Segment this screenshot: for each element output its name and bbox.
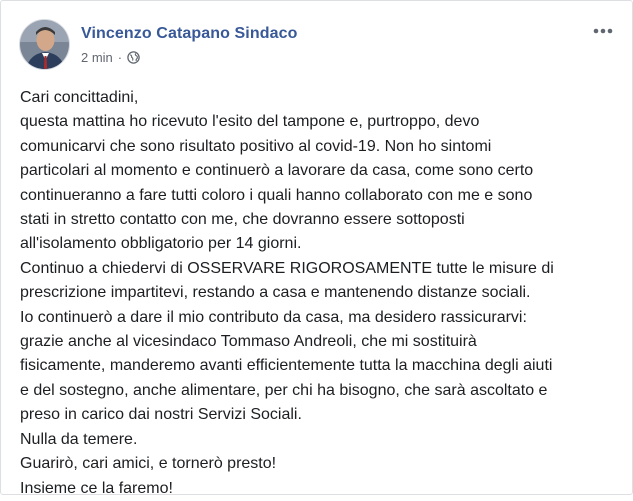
post-line: fisicamente, manderemo avanti efficiente… — [20, 357, 553, 375]
more-options-icon[interactable] — [590, 21, 616, 41]
post-timestamp[interactable]: 2 min — [81, 50, 113, 65]
post-line: Insieme ce la faremo! — [20, 479, 173, 497]
post-text: Cari concittadini, questa mattina ho ric… — [20, 86, 620, 501]
author-name[interactable]: Vincenzo Catapano Sindaco — [81, 25, 297, 43]
post-header: Vincenzo Catapano Sindaco 2 min · — [19, 19, 620, 73]
post-line: Cari concittadini, — [20, 89, 139, 106]
meta-separator: · — [117, 50, 123, 65]
post-line: continueranno a fare tutti coloro i qual… — [20, 186, 533, 204]
post-line: Nulla da temere. — [20, 430, 138, 448]
post-line: stati in stretto contatto con me, che do… — [20, 211, 465, 229]
post-line: e del sostegno, anche alimentare, per ch… — [20, 381, 548, 399]
facebook-post: Vincenzo Catapano Sindaco 2 min · Cari c… — [0, 0, 633, 497]
post-meta: 2 min · — [81, 50, 140, 65]
avatar-photo — [20, 20, 69, 69]
post-line: preso in carico dai nostri Servizi Socia… — [20, 406, 302, 424]
post-line: grazie anche al vicesindaco Tommaso Andr… — [20, 333, 477, 351]
post-line: all'isolamento obbligatorio per 14 giorn… — [20, 235, 302, 253]
post-line: questa mattina ho ricevuto l'esito del t… — [20, 113, 480, 131]
post-line: Continuo a chiedervi di OSSERVARE RIGORO… — [20, 259, 554, 277]
post-line: particolari al momento e continuerò a la… — [20, 162, 534, 180]
globe-icon[interactable] — [127, 51, 140, 64]
post-line: comunicarvi che sono risultato positivo … — [20, 137, 492, 155]
post-line: prescrizione impartitevi, restando a cas… — [20, 284, 531, 302]
post-line: Io continuerò a dare il mio contributo d… — [20, 308, 527, 326]
post-line: Guarirò, cari amici, e tornerò presto! — [20, 455, 277, 473]
author-avatar[interactable] — [19, 19, 70, 70]
